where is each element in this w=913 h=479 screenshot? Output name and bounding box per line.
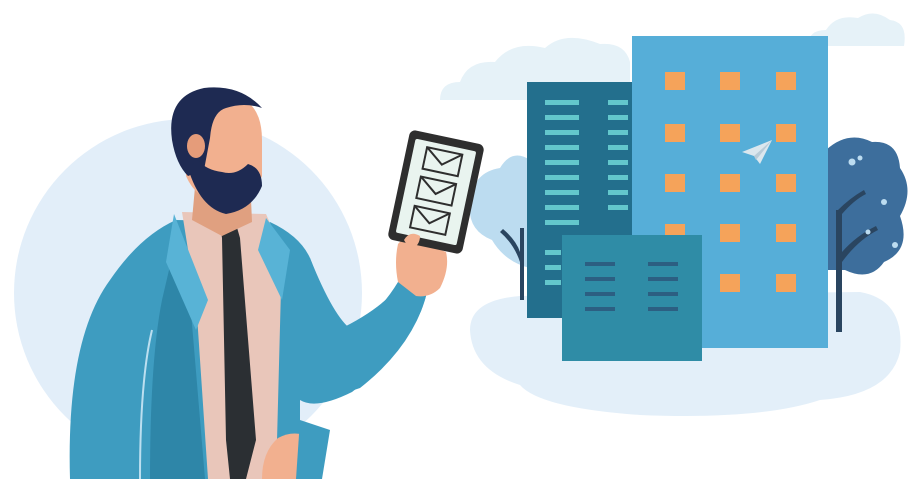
building-front [562,235,702,361]
illustration-scene [14,13,908,479]
tablet [388,130,484,254]
tree-left-light [469,155,530,300]
